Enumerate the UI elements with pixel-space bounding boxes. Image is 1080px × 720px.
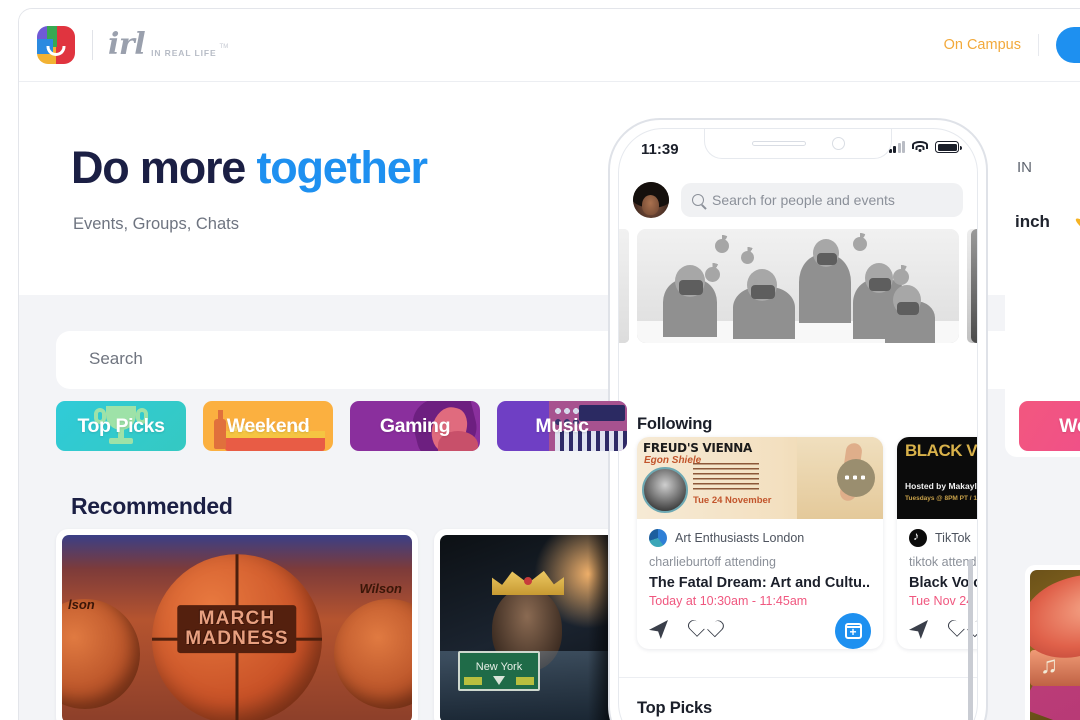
feed-hero-next[interactable] — [967, 229, 977, 343]
chip-label: Gaming — [379, 414, 451, 437]
hero-title-accent: together — [256, 142, 428, 193]
tiktok-icon — [909, 529, 927, 547]
chip-label: Weekend — [226, 414, 310, 437]
event-title: The Fatal Dream: Art and Cultu... — [649, 575, 871, 591]
screenshot-root: irl IN REAL LIFETM On Campus Sign Do more… — [0, 0, 1080, 720]
status-icons — [888, 141, 962, 153]
organizer-name: Art Enthusiasts London — [675, 531, 805, 545]
black-voices-poster: BLACK VOICES Hosted by Makayl Tuesdays @… — [897, 437, 978, 519]
send-icon[interactable] — [909, 620, 928, 639]
march-madness-caption: MARCH MADNESS — [177, 605, 297, 653]
highway-sign-label: New York — [475, 661, 523, 673]
event-actions: + — [649, 613, 871, 649]
page-title: Do more together — [71, 142, 428, 194]
event-organizer[interactable]: Art Enthusiasts London — [649, 529, 871, 547]
battery-icon — [935, 141, 962, 153]
front-camera-icon — [831, 137, 845, 150]
nav-separator — [1037, 34, 1039, 56]
highway-sign: New York — [458, 651, 540, 691]
irl-logo-icon — [37, 26, 75, 64]
chip-label: Music — [535, 414, 589, 437]
recommended-card-march-madness[interactable]: MARCH MADNESS lson Wilson — [56, 529, 418, 720]
organizer-name: TikTok — [935, 531, 971, 545]
poster-title: BLACK VOICES — [905, 441, 978, 460]
add-to-calendar-icon[interactable]: + — [835, 613, 871, 649]
phone-screen: 11:39 Search for people and events Follo… — [618, 128, 978, 720]
search-placeholder: Search — [89, 349, 143, 368]
event-card-body: TikTok tiktok attendi Black Voice Tue No… — [897, 519, 977, 649]
sign-in-button[interactable]: Sign — [1055, 27, 1080, 63]
phone-mockup: 11:39 Search for people and events Follo… — [608, 118, 988, 720]
category-chip-music[interactable]: Music — [497, 401, 627, 451]
brand-tm: TM — [219, 43, 229, 50]
wilson-brand-left: lson — [68, 597, 95, 612]
send-icon[interactable] — [649, 620, 668, 639]
freud-vienna-poster: FREUD'S VIENNA Egon Shiele Tue 24 Novemb… — [637, 437, 883, 519]
poster-when: Tuesdays @ 8PM PT / 11 — [905, 495, 978, 502]
event-attending: charlieburtoff attending — [649, 555, 776, 569]
phone-section-divider — [619, 677, 977, 678]
nav-link-on-campus[interactable]: On Campus — [944, 37, 1021, 53]
top-navigation: irl IN REAL LIFETM On Campus Sign — [19, 9, 1080, 82]
following-card-row: FREUD'S VIENNA Egon Shiele Tue 24 Novemb… — [637, 437, 978, 649]
phone-search-input[interactable]: Search for people and events — [681, 183, 963, 217]
recommended-card-new-york[interactable]: New York — [434, 529, 634, 720]
music-note-icon: ♫ — [1040, 652, 1058, 679]
brand-wordmark: irl — [108, 27, 146, 62]
feed-hero-carousel[interactable] — [619, 229, 977, 343]
phone-notch — [704, 129, 892, 159]
brand-divider — [92, 30, 93, 60]
event-time: Today at 10:30am - 11:45am — [649, 594, 808, 608]
poster-title: FREUD'S VIENNA — [643, 441, 752, 455]
bottle-icon — [214, 410, 226, 449]
gramophone-image: ♫ — [1030, 570, 1080, 720]
status-time: 11:39 — [641, 141, 679, 158]
event-card-black-voices[interactable]: BLACK VOICES Hosted by Makayl Tuesdays @… — [897, 437, 978, 649]
event-organizer[interactable]: TikTok — [909, 529, 977, 547]
category-chip-top-picks[interactable]: Top Picks — [56, 401, 186, 451]
phone-search-placeholder: Search for people and events — [712, 192, 895, 208]
chip-label: Welln — [1059, 414, 1080, 437]
wifi-icon — [912, 141, 928, 153]
category-chip-weekend[interactable]: Weekend — [203, 401, 333, 451]
hero-title-main: Do more — [71, 142, 257, 193]
phone-search-row: Search for people and events — [619, 177, 977, 223]
poster-host: Hosted by Makayl — [905, 481, 977, 491]
category-chip-wellness[interactable]: Welln — [1019, 401, 1080, 451]
poster-date: Tue 24 November — [693, 495, 772, 506]
art-enthusiasts-icon — [649, 529, 667, 547]
search-icon — [692, 194, 704, 206]
wilson-brand-right: Wilson — [359, 581, 403, 596]
recommended-card-row: MARCH MADNESS lson Wilson New York — [56, 529, 634, 720]
section-title-following: Following — [637, 415, 713, 433]
new-york-crown-image: New York — [440, 535, 628, 720]
chip-label: Top Picks — [77, 414, 165, 437]
earpiece-speaker — [751, 141, 806, 146]
feed-hero-prev[interactable] — [619, 229, 629, 343]
phone-scrollbar[interactable] — [968, 559, 973, 720]
brand-tagline: IN REAL LIFE — [151, 48, 217, 58]
march-madness-image: MARCH MADNESS lson Wilson — [62, 535, 412, 720]
recommended-card-gramophone[interactable]: ♫ — [1025, 565, 1080, 720]
event-card-fatal-dream[interactable]: FREUD'S VIENNA Egon Shiele Tue 24 Novemb… — [637, 437, 883, 649]
event-card-body: Art Enthusiasts London charlieburtoff at… — [637, 519, 883, 649]
section-title-top-picks: Top Picks — [637, 699, 712, 717]
masked-family-dinner-photo[interactable] — [637, 229, 959, 343]
recommended-heading: Recommended — [71, 493, 233, 519]
brand-wordmark-group: irl IN REAL LIFETM — [108, 30, 228, 60]
nav-actions: On Campus Sign — [944, 27, 1080, 63]
hero-subtitle: Events, Groups, Chats — [73, 215, 239, 233]
heart-icon[interactable] — [696, 621, 715, 638]
press-in-label: IN — [1017, 159, 1032, 176]
category-chip-gaming[interactable]: Gaming — [350, 401, 480, 451]
press-inch-label: inch — [1015, 212, 1050, 231]
category-chip-row: Top Picks Weekend Gaming Music — [56, 401, 627, 451]
brand-logo[interactable]: irl IN REAL LIFETM — [19, 26, 228, 64]
user-avatar[interactable] — [633, 182, 669, 218]
